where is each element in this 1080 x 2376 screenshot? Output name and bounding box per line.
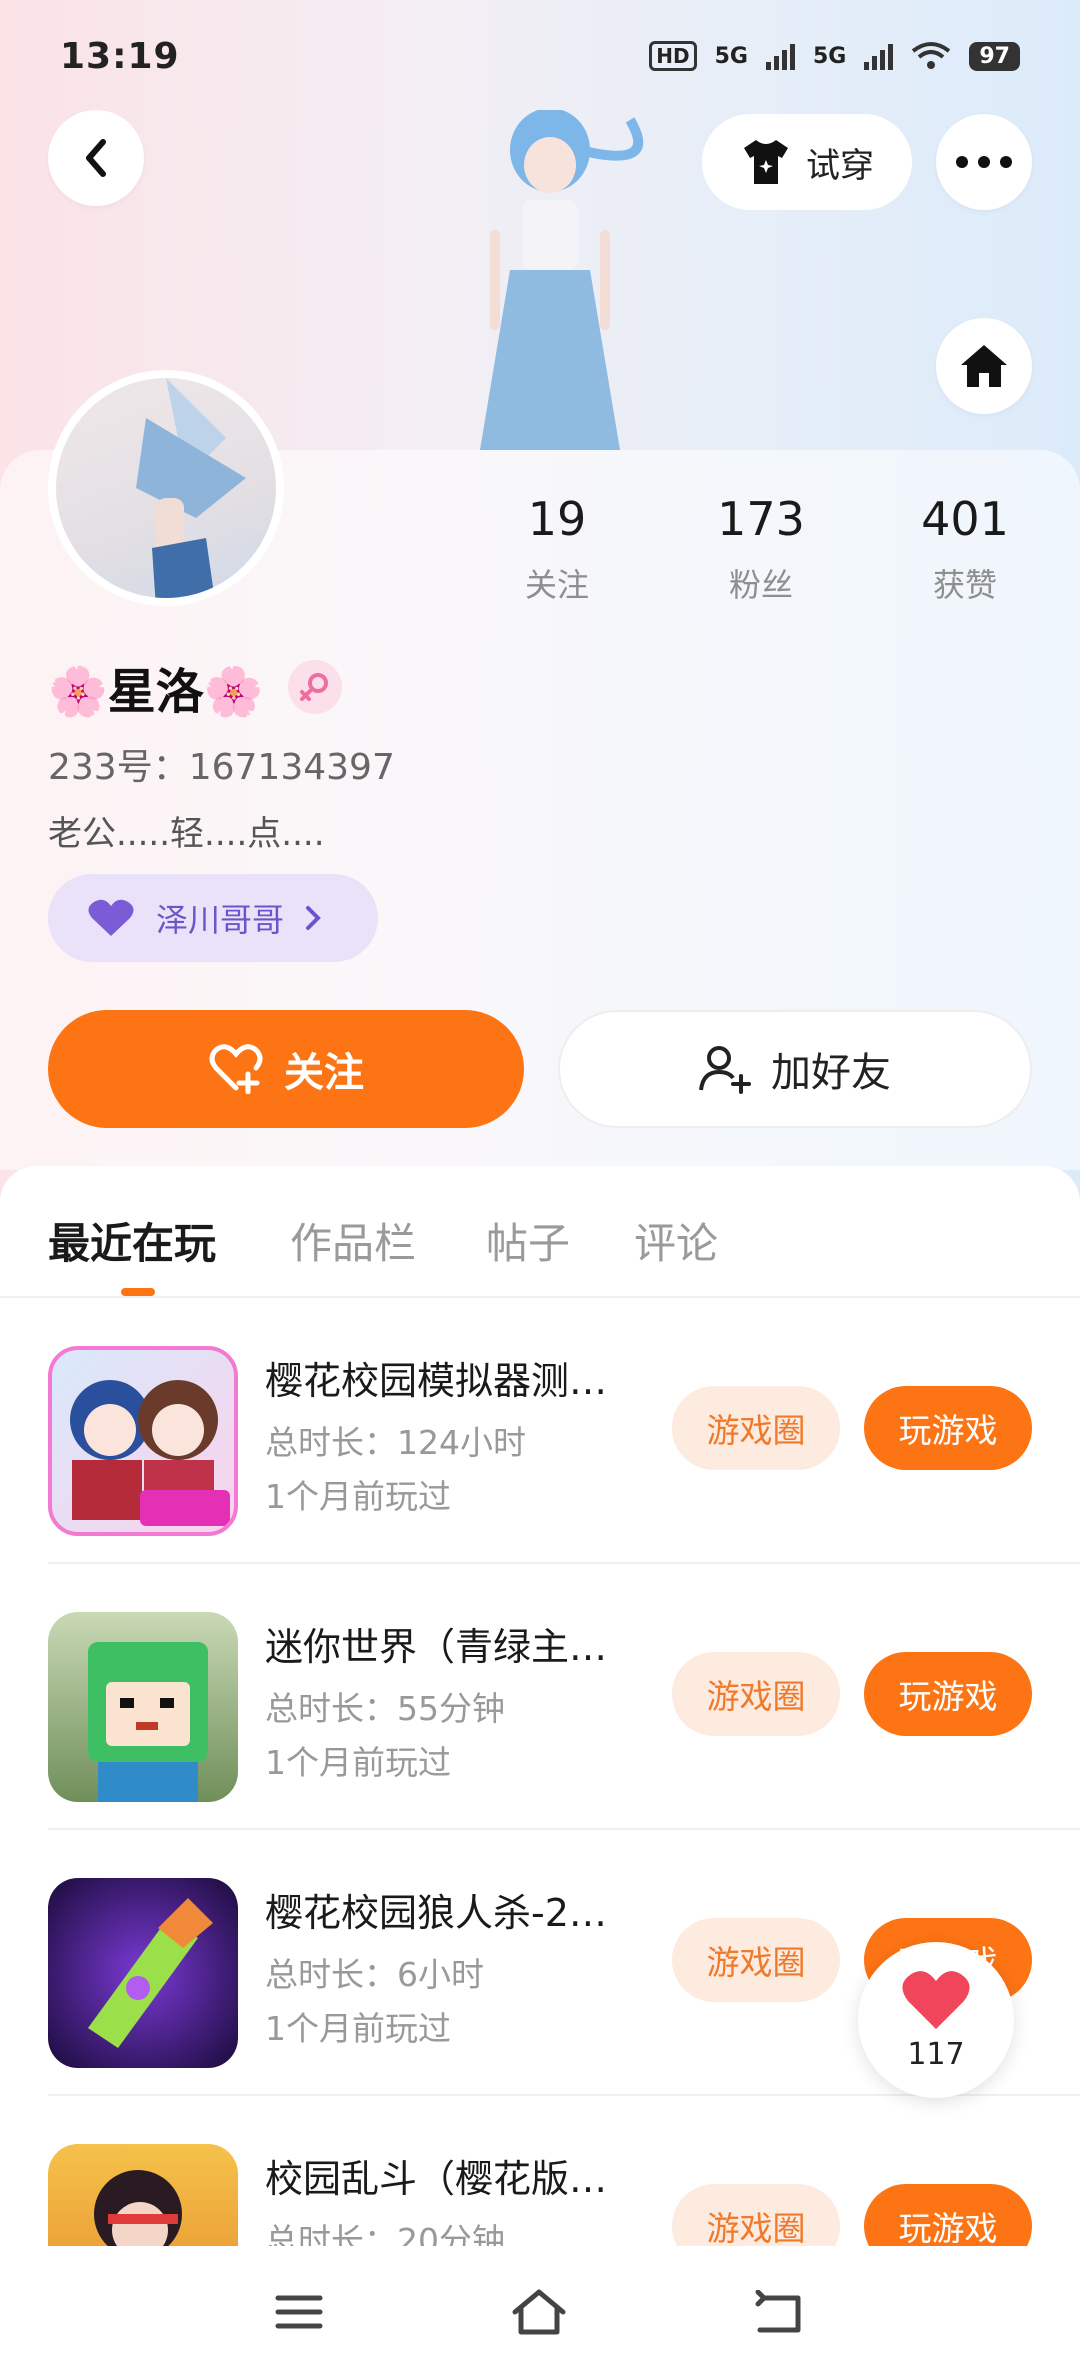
hd-indicator: HD [649,41,697,71]
avatar-figure [136,378,246,598]
game-last-played: 1个月前玩过 [265,2009,451,2048]
status-icons: HD 5G 5G 97 [649,41,1020,71]
game-circle-button[interactable]: 游戏圈 [672,1918,840,2002]
chevron-right-icon [306,906,321,930]
stat-fans-value: 173 [717,492,805,546]
game-title: 樱花校园模拟器测… [265,1359,608,1403]
game-duration: 总时长：124小时 [265,1423,526,1462]
signal-5g-label-2: 5G [813,43,847,69]
game-circle-button[interactable]: 游戏圈 [672,1386,840,1470]
game-icon-4 [48,2144,238,2246]
cp-relation-chip[interactable]: 泽川哥哥 [48,874,378,962]
add-friend-label: 加好友 [771,1050,891,1096]
signal-bars-icon [766,42,795,70]
signal-bars-icon [864,42,894,70]
stat-following-value: 19 [527,492,587,546]
wifi-icon [912,42,951,69]
avatar-character-figure [480,110,644,450]
play-game-button[interactable]: 玩游戏 [864,2184,1032,2246]
cp-name: 泽川哥哥 [156,901,285,939]
add-user-icon [699,1046,751,1094]
game-last-played: 1个月前玩过 [265,1477,451,1516]
follow-label: 关注 [284,1050,364,1096]
follow-button[interactable]: 关注 [48,1010,524,1128]
game-row[interactable]: 迷你世界（青绿主… 总时长：55分钟 1个月前玩过 游戏圈 玩游戏 [0,1564,1080,1830]
game-circle-button[interactable]: 游戏圈 [672,1652,840,1736]
username: 🌸星洛🌸 [48,664,264,720]
name-row: 🌸星洛🌸 [48,652,342,722]
avatar[interactable] [48,370,284,606]
add-friend-button[interactable]: 加好友 [558,1010,1032,1128]
purple-heart-icon [88,899,134,936]
game-duration: 总时长：6小时 [265,1955,484,1994]
tab-recently-played[interactable]: 最近在玩 [48,1210,216,1271]
game-title: 校园乱斗（樱花版… [265,2157,608,2201]
play-game-button[interactable]: 玩游戏 [864,1386,1032,1470]
status-time: 13:19 [60,35,180,77]
status-bar: 13:19 HD 5G 5G 97 [0,0,1080,112]
more-dots-icon [956,156,1012,168]
home-button[interactable] [936,318,1032,414]
signal-5g-label-1: 5G [714,43,748,69]
user-id: 233号：167134397 [48,747,395,788]
game-row[interactable]: 樱花校园模拟器测… 总时长：124小时 1个月前玩过 游戏圈 玩游戏 [0,1298,1080,1564]
tab-works[interactable]: 作品栏 [290,1210,416,1271]
stat-following[interactable]: 19 关注 [477,492,637,606]
home-icon [961,345,1007,387]
game-title: 迷你世界（青绿主… [265,1625,608,1669]
heart-icon [902,1970,970,2029]
tab-bar: 最近在玩 作品栏 帖子 评论 [0,1166,1080,1298]
try-on-label: 试穿 [806,145,874,186]
game-last-played: 1个月前玩过 [265,1743,451,1782]
stat-fans[interactable]: 173 粉丝 [681,492,841,606]
game-icon-1 [48,1346,238,1536]
battery-indicator: 97 [969,41,1020,71]
system-nav-bar [0,2248,1080,2376]
shirt-icon [744,140,788,184]
try-on-button[interactable]: 试穿 [702,114,912,210]
menu-icon[interactable] [274,2292,324,2332]
tab-comments[interactable]: 评论 [634,1210,718,1271]
game-icon-3 [48,1878,238,2068]
tab-posts[interactable]: 帖子 [486,1210,570,1271]
like-count: 117 [907,2036,965,2072]
home-nav-icon[interactable] [511,2288,567,2336]
game-row[interactable]: 校园乱斗（樱花版… 总时长：20分钟 游戏圈 玩游戏 [0,2096,1080,2246]
back-nav-icon[interactable] [754,2290,806,2334]
female-gender-icon [287,660,342,714]
game-duration: 总时长：20分钟 [265,2221,505,2246]
heart-plus-icon [209,1044,263,1094]
avatar-image [56,378,276,598]
game-icon-2 [48,1612,238,1802]
stat-likes-value: 401 [921,492,1009,546]
stat-likes[interactable]: 401 获赞 [885,492,1045,606]
game-duration: 总时长：55分钟 [265,1689,505,1728]
chevron-left-icon [86,139,106,177]
user-bio: 老公.....轻....点.... [48,814,325,854]
game-title: 樱花校园狼人杀-2… [265,1891,607,1935]
play-game-button[interactable]: 玩游戏 [864,1652,1032,1736]
stat-likes-label: 获赞 [932,566,997,604]
back-button[interactable] [48,110,144,206]
more-options-button[interactable] [936,114,1032,210]
stat-fans-label: 粉丝 [728,566,793,604]
game-circle-button[interactable]: 游戏圈 [672,2184,840,2246]
stat-following-label: 关注 [524,566,589,604]
like-float-button[interactable]: 117 [858,1942,1014,2098]
tab-active-indicator [121,1288,155,1296]
